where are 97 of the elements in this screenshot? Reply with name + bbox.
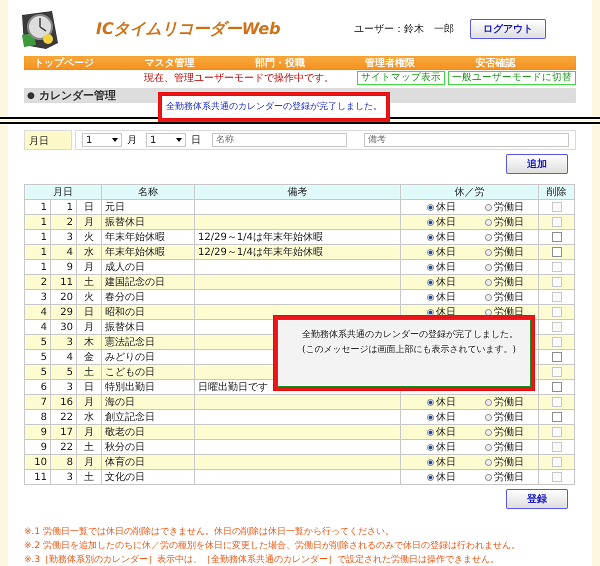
column-header: 月日 [24,184,102,200]
column-header: 備考 [194,184,400,200]
radio-option[interactable]: 労働日 [485,230,538,244]
table-cell: 29 [50,304,76,320]
table-cell: 4 [50,244,76,260]
day-select[interactable]: 1 [146,133,186,147]
footnote: ※.2 労働日を追加したのちに休／労の種別を休日に変更した場合、労働日が削除されるのみで休日の登録は行われません。 [24,540,521,552]
table-cell: 昭和の日 [102,304,194,320]
mode-button[interactable]: 一般ユーザーモードに切替 [448,71,576,85]
table-cell: 月 [76,454,102,470]
table-cell: 7 [24,394,50,410]
table-cell: 8 [50,454,76,470]
radio-option[interactable]: 休日 [427,260,485,274]
radio-option[interactable]: 労働日 [485,246,538,258]
table-cell: 5 [24,364,50,380]
radio-option[interactable]: 休日 [427,396,485,408]
radio-option[interactable]: 労働日 [485,410,538,424]
month-unit: 月 [127,134,137,147]
table-cell: 1 [24,214,50,230]
table-cell: 建国記念の日 [102,274,194,290]
radio-option[interactable]: 休日 [427,426,485,438]
table-cell: 11 [50,274,76,290]
register-button[interactable]: 登録 [506,489,568,509]
column-header: 休／労 [400,184,538,200]
table-cell: 10 [24,454,50,470]
table-cell: 3 [50,334,76,350]
table-cell: 木 [76,334,102,350]
table-cell: 1 [24,244,50,260]
table-cell: 日 [76,304,102,320]
table-cell: 振替休日 [102,214,194,230]
radio-option[interactable]: 休日 [427,470,485,484]
table-cell: 9 [24,424,50,440]
success-message: 全勤務体系共通のカレンダーの登録が完了しました。 [166,100,382,114]
radio-option[interactable]: 休日 [427,216,485,228]
name-field[interactable]: 名称 [212,133,347,147]
radio-option[interactable]: 労働日 [485,470,538,484]
radio-option[interactable]: 休日 [427,230,485,244]
table-cell: 12/29～1/4は年末年始休暇 [198,232,323,243]
table-cell: 月 [76,214,102,230]
table-cell: 文化の日 [102,470,194,484]
table-cell: 2 [24,274,50,290]
table-cell: 敬老の日 [102,424,194,440]
radio-option[interactable]: 労働日 [485,276,538,288]
table-cell: 3 [50,470,76,484]
table-cell: 海の日 [102,394,194,410]
table-cell: 月 [76,394,102,410]
dialog-text: (このメッセージは画面上部にも表示されています。) [302,344,518,356]
radio-option[interactable]: 休日 [427,290,485,304]
table-cell: 12/29～1/4は年末年始休暇 [198,247,323,258]
table-cell: 憲法記念日 [102,334,194,350]
radio-option[interactable]: 休日 [427,456,485,468]
radio-option[interactable]: 労働日 [485,456,538,468]
column-header: 名称 [102,184,194,200]
radio-option[interactable]: 休日 [427,246,485,258]
footnote: ※.1 労働日一覧では休日の削除はできません。休日の削除は休日一覧から行ってください。 [24,526,395,538]
table-cell: 土 [76,470,102,484]
radio-option[interactable]: 労働日 [485,200,538,214]
footnote: ※.3［勤務体系別のカレンダー］表示中は、［全勤務体系共通のカレンダー］で設定された労働日は操作できません。 [24,554,500,566]
table-cell: 水 [76,244,102,260]
radio-option[interactable]: 休日 [427,410,485,424]
radio-option[interactable]: 休日 [427,440,485,454]
table-cell: 5 [24,334,50,350]
app-title: ICタイムリコーダーWeb [96,18,282,40]
section-title: カレンダー管理 [38,88,116,103]
remark-field[interactable]: 備考 [364,133,569,147]
table-cell: こどもの日 [102,364,194,380]
mode-button[interactable]: サイトマップ表示 [357,71,445,85]
radio-option[interactable]: 労働日 [485,440,538,454]
radio-option[interactable]: 労働日 [485,290,538,304]
table-cell: 5 [50,364,76,380]
radio-option[interactable]: 労働日 [485,426,538,438]
table-cell: 2 [50,214,76,230]
bullet-mark: ● [27,90,35,100]
column-header: 削除 [538,184,574,200]
radio-option[interactable]: 労働日 [485,260,538,274]
table-cell: 月 [76,424,102,440]
table-cell: 4 [24,304,50,320]
user-name: ユーザー：鈴木 一郎 [354,22,454,36]
logout-button[interactable]: ログアウト [470,19,546,39]
table-cell: 体育の日 [102,454,194,470]
radio-option[interactable]: 労働日 [485,216,538,228]
date-label: 月日 [24,130,72,150]
radio-option[interactable]: 労働日 [485,396,538,408]
month-select[interactable]: 1 [82,133,122,147]
radio-option[interactable]: 休日 [427,200,485,214]
radio-option[interactable]: 休日 [427,276,485,288]
day-unit: 日 [191,134,201,147]
table-cell: 17 [50,424,76,440]
table-cell: 11 [24,470,50,484]
table-cell: 土 [76,364,102,380]
mode-notice: 現在、管理ユーザーモードで操作中です。 [144,72,334,85]
table-cell: 土 [76,274,102,290]
table-cell: 16 [50,394,76,410]
dialog-text: 全勤務体系共通のカレンダーの登録が完了しました。 [302,328,519,341]
add-button[interactable]: 追加 [506,154,568,174]
table-cell: 日曜出勤日です [198,382,268,393]
table-cell: 年末年始休暇 [102,244,194,260]
